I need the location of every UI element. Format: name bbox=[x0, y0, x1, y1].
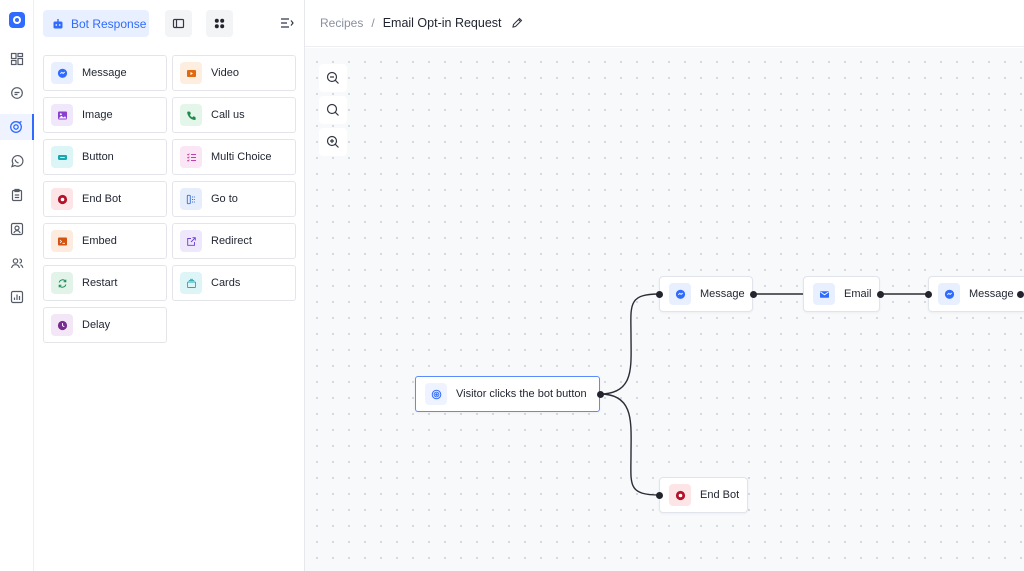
edit-title-icon[interactable] bbox=[511, 17, 523, 29]
block-label: Multi Choice bbox=[211, 151, 272, 163]
image-icon bbox=[51, 104, 73, 126]
clipboard-icon[interactable] bbox=[0, 182, 34, 208]
block-end-bot[interactable]: End Bot bbox=[43, 181, 167, 217]
panel-tabs: Bot Response bbox=[34, 0, 305, 46]
app-rail bbox=[0, 0, 34, 571]
collapse-panel-button[interactable] bbox=[278, 15, 296, 31]
block-label: Image bbox=[82, 109, 113, 121]
email-icon bbox=[813, 283, 835, 305]
chat-icon[interactable] bbox=[0, 80, 34, 106]
block-delay[interactable]: Delay bbox=[43, 307, 167, 343]
block-restart[interactable]: Restart bbox=[43, 265, 167, 301]
app-logo[interactable] bbox=[9, 12, 25, 28]
stop-icon bbox=[51, 188, 73, 210]
video-icon bbox=[180, 62, 202, 84]
clock-icon bbox=[51, 314, 73, 336]
collapse-menu-icon bbox=[281, 18, 294, 28]
block-multi-choice[interactable]: Multi Choice bbox=[172, 139, 296, 175]
flow-node-email[interactable]: Email bbox=[803, 276, 880, 312]
node-label: Message bbox=[700, 288, 745, 300]
flow-node-end-bot[interactable]: End Bot bbox=[659, 477, 748, 513]
breadcrumb-recipes[interactable]: Recipes bbox=[320, 16, 363, 30]
connection-trigger-message bbox=[599, 293, 660, 395]
list-icon bbox=[180, 146, 202, 168]
block-label: Restart bbox=[82, 277, 118, 289]
page-title: Email Opt-in Request bbox=[382, 16, 502, 30]
blocks-panel: Bot Response Message Video Image Call us But… bbox=[34, 0, 305, 571]
message-icon bbox=[669, 283, 691, 305]
phone-icon bbox=[180, 104, 202, 126]
block-label: End Bot bbox=[82, 193, 122, 205]
reports-icon[interactable] bbox=[0, 284, 34, 310]
tab-bot-response-label: Bot Response bbox=[71, 16, 147, 31]
flow-node-message[interactable]: Message bbox=[928, 276, 1024, 312]
message-icon bbox=[51, 62, 73, 84]
message-output-port[interactable] bbox=[1017, 291, 1024, 298]
redirect-icon bbox=[180, 230, 202, 252]
target-icon bbox=[425, 383, 447, 405]
trigger-node[interactable]: Visitor clicks the bot button bbox=[415, 376, 600, 412]
block-button[interactable]: Button bbox=[43, 139, 167, 175]
message-input-port[interactable] bbox=[656, 291, 663, 298]
email-output-port[interactable] bbox=[877, 291, 884, 298]
block-call-us[interactable]: Call us bbox=[172, 97, 296, 133]
block-video[interactable]: Video bbox=[172, 55, 296, 91]
node-label: Message bbox=[969, 288, 1014, 300]
block-image[interactable]: Image bbox=[43, 97, 167, 133]
cards-icon bbox=[180, 272, 202, 294]
tab-apps[interactable] bbox=[206, 10, 233, 37]
block-cards[interactable]: Cards bbox=[172, 265, 296, 301]
flow-canvas[interactable]: Visitor clicks the bot button Message Em… bbox=[305, 48, 1024, 571]
trigger-output-port[interactable] bbox=[597, 391, 604, 398]
restart-icon bbox=[51, 272, 73, 294]
block-message[interactable]: Message bbox=[43, 55, 167, 91]
dashboard-icon[interactable] bbox=[0, 46, 34, 72]
block-label: Cards bbox=[211, 277, 241, 289]
bot-builder-icon[interactable] bbox=[0, 114, 34, 140]
block-go-to[interactable]: Go to bbox=[172, 181, 296, 217]
breadcrumb-separator: / bbox=[371, 16, 375, 30]
whatsapp-icon[interactable] bbox=[0, 148, 34, 174]
block-label: Button bbox=[82, 151, 114, 163]
flow-node-message[interactable]: Message bbox=[659, 276, 753, 312]
block-label: Go to bbox=[211, 193, 238, 205]
button-icon bbox=[51, 146, 73, 168]
block-embed[interactable]: Embed bbox=[43, 223, 167, 259]
tab-layout[interactable] bbox=[165, 10, 192, 37]
block-label: Redirect bbox=[211, 235, 252, 247]
block-redirect[interactable]: Redirect bbox=[172, 223, 296, 259]
block-label: Call us bbox=[211, 109, 245, 121]
message-icon bbox=[938, 283, 960, 305]
panel-layout-icon bbox=[172, 18, 185, 29]
embed-icon bbox=[51, 230, 73, 252]
end-bot-input-port[interactable] bbox=[656, 492, 663, 499]
message-output-port[interactable] bbox=[750, 291, 757, 298]
block-label: Delay bbox=[82, 319, 111, 331]
tab-bot-response[interactable]: Bot Response bbox=[43, 10, 149, 37]
contact-icon[interactable] bbox=[0, 216, 34, 242]
node-label: End Bot bbox=[700, 489, 740, 501]
message-input-port[interactable] bbox=[925, 291, 932, 298]
block-label: Message bbox=[82, 67, 127, 79]
bot-icon bbox=[53, 18, 63, 28]
block-label: Embed bbox=[82, 235, 117, 247]
goto-icon bbox=[180, 188, 202, 210]
stop-icon bbox=[669, 484, 691, 506]
connection-trigger-endbot bbox=[599, 393, 660, 496]
block-label: Video bbox=[211, 67, 239, 79]
canvas-header: Recipes / Email Opt-in Request bbox=[305, 0, 1024, 47]
apps-grid-icon bbox=[214, 18, 225, 29]
node-label: Email bbox=[844, 288, 872, 300]
team-icon[interactable] bbox=[0, 250, 34, 276]
trigger-label: Visitor clicks the bot button bbox=[456, 388, 587, 400]
